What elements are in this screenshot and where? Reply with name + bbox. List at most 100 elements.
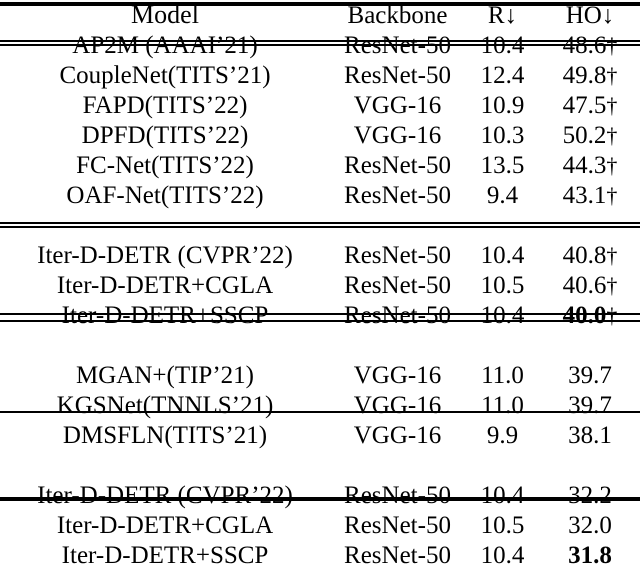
dagger-marker: † [606,242,618,268]
cell-model: Iter-D-DETR+CGLA [56,511,274,539]
cell-model: Iter-D-DETR+SSCP [61,301,269,329]
table-row: Iter-D-DETR (CVPR’22) ResNet-50 10.4 32.2 [0,480,640,510]
ho-value: 39.7 [568,391,612,419]
cell-model: Iter-D-DETR+SSCP [61,541,269,569]
ho-value: 32.0 [568,511,612,539]
cell-r: 9.4 [486,181,519,209]
cell-r: 11.0 [481,391,524,419]
cell-r: 10.5 [480,271,525,299]
results-table: Model Backbone R↓ HO↓ AP2M (AAAI’21)ResN… [0,0,640,570]
ho-value: 40.0 [562,301,607,329]
cell-r: 10.4 [480,241,525,269]
table-header-rule-lower [0,44,640,46]
cell-ho: 38.1 [540,420,640,450]
section-divider-2-upper [0,313,640,315]
table-row: OAF-Net(TITS’22) ResNet-50 9.4 43.1† [0,180,640,210]
cell-backbone: ResNet-50 [344,241,451,269]
section-divider-1-lower [0,226,640,228]
dagger-marker: † [606,62,618,88]
cell-backbone: VGG-16 [353,421,442,449]
cell-r: 10.3 [480,121,525,149]
cell-ho: 39.7 [540,360,640,390]
cell-backbone: ResNet-50 [344,301,451,329]
cell-r: 10.9 [480,91,525,119]
cell-r: 10.4 [480,541,525,569]
ho-value: 40.6 [562,271,607,299]
cell-model: Iter-D-DETR (CVPR’22) [37,481,293,509]
section-spacer [0,450,640,480]
table-body: AP2M (AAAI’21)ResNet-5010.448.6†CoupleNe… [0,30,640,570]
ho-value: 49.8 [562,61,607,89]
cell-ho: 40.8† [540,240,640,270]
cell-r: 10.5 [480,511,525,539]
cell-model: OAF-Net(TITS’22) [66,181,264,209]
cell-backbone: VGG-16 [353,361,442,389]
cell-model: Iter-D-DETR (CVPR’22) [37,241,293,269]
ho-value: 50.2 [562,121,607,149]
dagger-marker: † [606,152,618,178]
table-row: KGSNet(TNNLS’21) VGG-16 11.0 39.7 [0,390,640,420]
table-row: Iter-D-DETR+SSCP ResNet-50 10.4 31.8 [0,540,640,570]
cell-backbone: ResNet-50 [344,541,451,569]
cell-ho: 32.0 [540,510,640,540]
cell-ho: 47.5† [540,90,640,120]
table-row: FAPD(TITS’22) VGG-16 10.9 47.5† [0,90,640,120]
dagger-marker: † [606,122,618,148]
ho-value: 40.8 [562,241,607,269]
cell-model: FAPD(TITS’22) [82,91,248,119]
cell-r: 13.5 [480,151,525,179]
cell-backbone: ResNet-50 [344,511,451,539]
cell-ho: 40.6† [540,270,640,300]
cell-model: FC-Net(TITS’22) [76,151,254,179]
dagger-marker: † [606,182,618,208]
section-spacer [0,330,640,360]
ho-value: 39.7 [568,361,612,389]
section-divider-1-upper [0,222,640,224]
cell-r: 11.0 [481,361,524,389]
ho-value: 47.5 [562,91,607,119]
section-divider-2-lower [0,320,640,322]
table-row: DPFD(TITS’22) VGG-16 10.3 50.2† [0,120,640,150]
ho-value: 31.8 [568,541,612,569]
table-row: Iter-D-DETR+SSCP ResNet-50 10.4 40.0† [0,300,640,330]
table-top-rule [0,2,640,6]
table-row: DMSFLN(TITS’21) VGG-16 9.9 38.1 [0,420,640,450]
ho-value: 32.2 [568,481,612,509]
cell-backbone: VGG-16 [353,391,442,419]
cell-model: DMSFLN(TITS’21) [62,421,268,449]
cell-backbone: ResNet-50 [344,151,451,179]
dagger-marker: † [606,272,618,298]
cell-model: Iter-D-DETR+CGLA [56,271,274,299]
table-row: Iter-D-DETR+CGLA ResNet-50 10.5 32.0 [0,510,640,540]
cell-model: MGAN+(TIP’21) [76,361,254,389]
cell-backbone: ResNet-50 [344,481,451,509]
cell-backbone: ResNet-50 [344,61,451,89]
table-bottom-rule [0,497,640,501]
cell-model: KGSNet(TNNLS’21) [56,391,274,419]
cell-r: 12.4 [480,61,525,89]
table-header-rule-upper [0,40,640,42]
ho-value: 43.1 [562,181,607,209]
dagger-marker: † [606,302,618,328]
cell-ho: 31.8 [540,540,640,570]
cell-backbone: VGG-16 [353,121,442,149]
cell-ho: 49.8† [540,60,640,90]
cell-ho: 32.2 [540,480,640,510]
cell-r: 9.9 [486,421,519,449]
cell-backbone: ResNet-50 [344,181,451,209]
results-table-container: Model Backbone R↓ HO↓ AP2M (AAAI’21)ResN… [0,0,640,568]
cell-model: CoupleNet(TITS’21) [59,61,271,89]
table-row: CoupleNet(TITS’21) ResNet-50 12.4 49.8† [0,60,640,90]
table-row: MGAN+(TIP’21) VGG-16 11.0 39.7 [0,360,640,390]
cell-ho: 43.1† [540,180,640,210]
cell-ho: 44.3† [540,150,640,180]
ho-value: 38.1 [568,421,612,449]
table-row: Iter-D-DETR (CVPR’22) ResNet-50 10.4 40.8† [0,240,640,270]
cell-backbone: ResNet-50 [344,271,451,299]
cell-backbone: VGG-16 [353,91,442,119]
section-spacer [0,210,640,240]
cell-ho: 50.2† [540,120,640,150]
cell-ho: 40.0† [540,300,640,330]
section-divider-3 [0,411,640,413]
cell-r: 10.4 [480,301,525,329]
